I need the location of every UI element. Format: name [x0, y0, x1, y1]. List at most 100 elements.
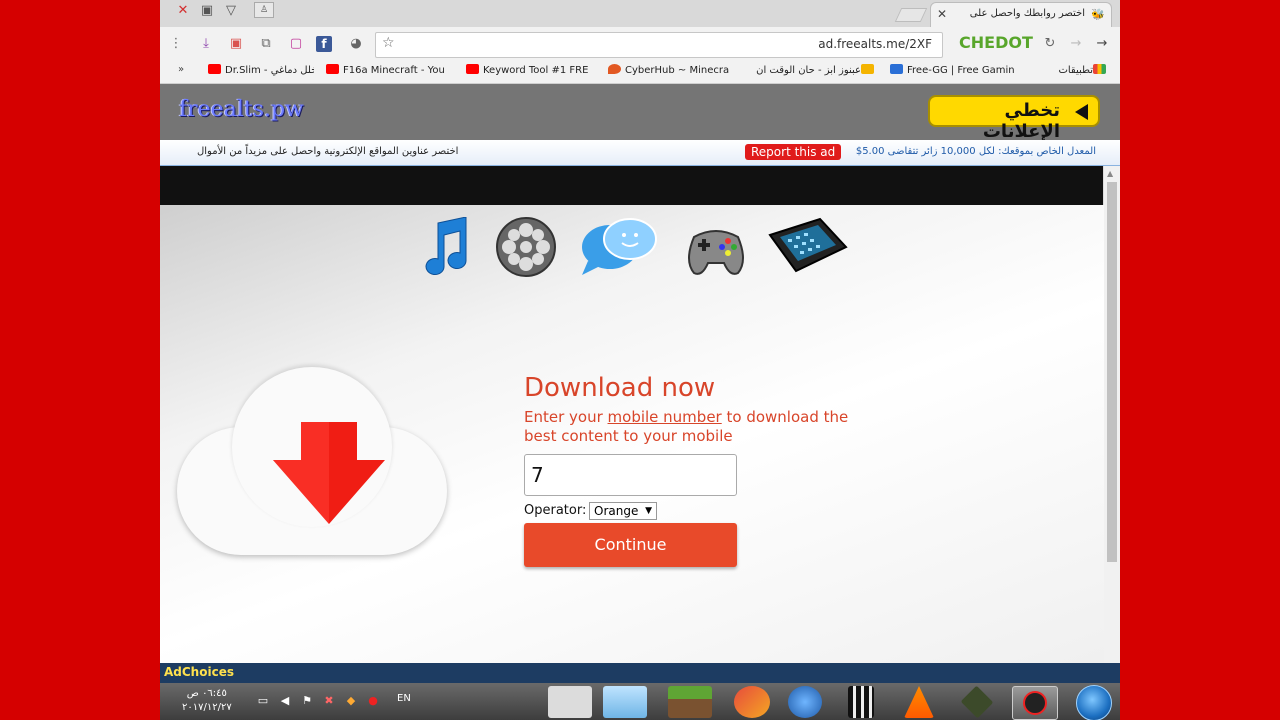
skip-ads-label: تخطي الإعلانات — [982, 100, 1060, 142]
taskbar-app-game[interactable] — [960, 685, 994, 719]
ad-content: Download now Enter your mobile number to… — [160, 205, 1104, 663]
phone-keypad-icon — [768, 217, 848, 273]
taskbar-app-note[interactable] — [603, 686, 647, 718]
taskbar-app-chedot-active[interactable] — [1012, 686, 1058, 720]
adchoices-label: AdChoices — [164, 665, 234, 679]
download-subtitle: Enter your mobile number to download the… — [524, 408, 854, 446]
site-logo[interactable]: freealts.pw — [179, 97, 304, 122]
adchoices-bar[interactable]: AdChoices — [160, 663, 1120, 683]
mobile-number-input[interactable] — [524, 454, 737, 496]
subtitle-text: Enter your — [524, 408, 608, 426]
clock-date: ٢٠١٧/١٢/٢٧ — [182, 702, 232, 713]
taskbar-app-vlc[interactable] — [904, 686, 934, 718]
bookmarks-bar: » Dr.Slim - خلل دماغي - F16a Minecraft -… — [160, 61, 1120, 84]
link-icon[interactable]: ⧉ — [256, 34, 276, 54]
bookmark-label: Keyword Tool #1 FRE — [483, 65, 589, 76]
bookmark-star-icon[interactable]: ☆ — [382, 35, 395, 51]
maximize-window-icon[interactable]: ▣ — [198, 2, 216, 20]
download-icon[interactable]: ⤓ — [196, 34, 216, 54]
whatsapp-icon[interactable]: ◕ — [346, 34, 366, 54]
bookmark-apps[interactable]: تطبيقات — [1030, 64, 1110, 76]
scroll-up-icon[interactable]: ▲ — [1107, 169, 1113, 178]
download-title: Download now — [524, 373, 716, 403]
reload-icon[interactable]: ↻ — [1040, 34, 1060, 54]
music-note-icon — [425, 217, 467, 275]
gamepad-icon — [688, 230, 744, 275]
tab-favicon-icon: 🐝 — [1091, 8, 1105, 21]
forward-icon[interactable]: → — [1066, 34, 1086, 54]
info-bar: اختصر عناوين المواقع الإلكترونية واحصل ع… — [160, 140, 1120, 166]
address-bar[interactable]: ☆ ad.freealts.me/2XF — [375, 32, 943, 58]
skip-ads-button[interactable]: تخطي الإعلانات — [928, 95, 1100, 142]
continue-button[interactable]: Continue — [524, 523, 737, 567]
bee-icon — [861, 64, 874, 74]
dark-band — [160, 166, 1104, 205]
back-icon[interactable]: → — [1092, 34, 1112, 54]
tab-close-icon[interactable]: ✕ — [937, 7, 947, 21]
dropdown-caret-icon: ▼ — [645, 506, 652, 516]
info-right-text: المعدل الخاص بموقعك: لكل 10,000 زائر تتق… — [855, 146, 1096, 157]
bookmark-label: عبنوز ابز - حان الوقت ان — [756, 65, 861, 76]
bookmark-label: CyberHub ~ Minecra — [625, 65, 730, 76]
clock-time: ٠٦:٤٥ ص — [186, 688, 227, 699]
info-left-text: اختصر عناوين المواقع الإلكترونية واحصل ع… — [197, 146, 459, 157]
new-tab-button[interactable] — [894, 8, 928, 22]
tray-app-icon[interactable]: ◆ — [344, 694, 358, 708]
gg-icon — [890, 64, 903, 74]
chat-bubble-icon — [582, 218, 657, 275]
youtube-icon — [466, 64, 479, 74]
record-icon[interactable]: ● — [366, 694, 380, 708]
minimize-window-icon[interactable]: ▽ — [222, 2, 240, 20]
flame-icon — [608, 64, 621, 74]
network-icon[interactable]: ▭ — [256, 694, 270, 708]
language-indicator[interactable]: EN — [397, 693, 411, 704]
youtube-icon — [326, 64, 339, 74]
bookmark-item[interactable]: Free-GG | Free Gamin — [890, 64, 1020, 76]
page-scrollbar[interactable]: ▲ — [1103, 166, 1120, 663]
download-cloud-graphic — [177, 367, 447, 555]
taskbar-app-notepad[interactable] — [548, 686, 592, 718]
youtube-icon — [208, 64, 221, 74]
bookmark-item[interactable]: عبنوز ابز - حان الوقت ان — [748, 64, 878, 76]
browser-brand-logo: CHEDOT — [959, 33, 1033, 52]
chedot-app-icon — [1023, 691, 1047, 715]
film-reel-icon — [496, 217, 556, 277]
browser-window: ✕ ▣ ▽ ♙ 🐝 اختصر روابطك واحصل على ✕ ⋮ ⤓ ▣… — [160, 0, 1120, 720]
toolbar: ⋮ ⤓ ▣ ⧉ ▢ f ◕ ☆ ad.freealts.me/2XF CHEDO… — [160, 27, 1120, 61]
play-arrow-icon — [1075, 104, 1088, 120]
flag-icon[interactable]: ⚑ — [300, 694, 314, 708]
taskbar-app-ccleaner[interactable] — [734, 686, 770, 718]
bookmark-item[interactable]: F16a Minecraft - You — [326, 64, 456, 76]
volume-icon[interactable]: ◀ — [278, 694, 292, 708]
tray-clock[interactable]: ٠٦:٤٥ ص ٢٠١٧/١٢/٢٧ — [182, 687, 232, 715]
apps-grid-icon — [1093, 64, 1106, 74]
bookmark-item[interactable]: Dr.Slim - خلل دماغي - — [208, 64, 314, 76]
tab-title: اختصر روابطك واحصل على — [969, 8, 1085, 19]
more-bookmarks-icon[interactable]: » — [178, 64, 184, 75]
start-button[interactable] — [1076, 685, 1112, 720]
taskbar: ٠٦:٤٥ ص ٢٠١٧/١٢/٢٧ ▭ ◀ ⚑ ✖ ◆ ● EN — [160, 683, 1120, 720]
taskbar-app-movie[interactable] — [848, 686, 874, 718]
report-ad-button[interactable]: Report this ad — [745, 144, 842, 160]
mobile-number-link[interactable]: mobile number — [608, 408, 722, 426]
bookmark-label: Dr.Slim - خلل دماغي - — [225, 65, 314, 76]
tab-active[interactable]: 🐝 اختصر روابطك واحصل على ✕ — [930, 2, 1112, 28]
operator-select[interactable]: Orange ▼ — [589, 502, 657, 520]
cast-icon[interactable]: ▢ — [286, 34, 306, 54]
operator-selected: Orange — [594, 504, 639, 518]
bookmark-item[interactable]: CyberHub ~ Minecra — [608, 64, 738, 76]
facebook-icon[interactable]: f — [316, 36, 332, 52]
tray-app-icon[interactable]: ✖ — [322, 694, 336, 708]
taskbar-app-rocket[interactable] — [788, 686, 822, 718]
menu-icon[interactable]: ⋮ — [166, 34, 186, 54]
close-window-icon[interactable]: ✕ — [174, 2, 192, 20]
bookmark-item[interactable]: Keyword Tool #1 FRE — [466, 64, 598, 76]
taskbar-app-minecraft[interactable] — [668, 686, 712, 718]
profile-icon[interactable]: ♙ — [254, 2, 274, 18]
video-icon[interactable]: ▣ — [226, 34, 246, 54]
download-arrow-icon — [273, 422, 385, 524]
scroll-thumb[interactable] — [1107, 182, 1117, 562]
bookmark-label: Free-GG | Free Gamin — [907, 65, 1015, 76]
url-text: ad.freealts.me/2XF — [818, 37, 932, 51]
tab-strip: ✕ ▣ ▽ ♙ 🐝 اختصر روابطك واحصل على ✕ — [160, 0, 1120, 28]
